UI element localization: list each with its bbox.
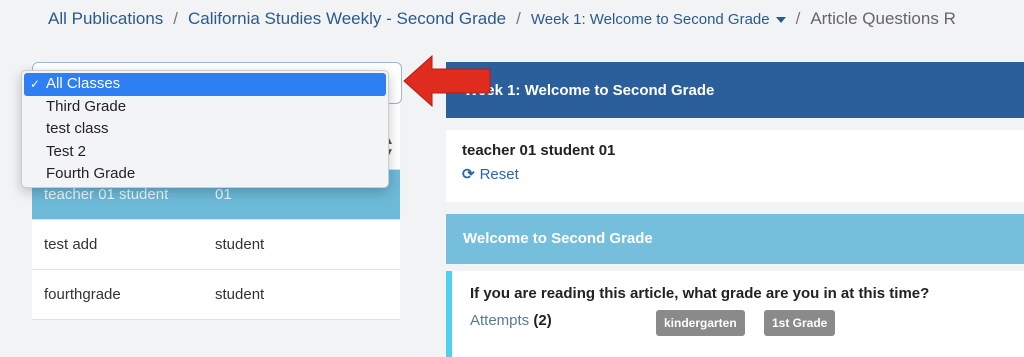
breadcrumb-all-publications[interactable]: All Publications <box>48 9 163 29</box>
question-text: If you are reading this article, what gr… <box>470 285 930 302</box>
table-row[interactable]: test add student <box>32 220 400 270</box>
class-option-third-grade[interactable]: Third Grade <box>24 96 386 119</box>
attempts-label: Attempts <box>470 312 530 329</box>
student-name: fourthgrade <box>44 286 121 303</box>
week-header: Week 1: Welcome to Second Grade <box>446 62 1024 118</box>
question-card: If you are reading this article, what gr… <box>446 271 1024 357</box>
checkmark-icon: ✓ <box>30 77 41 91</box>
answer-badge: 1st Grade <box>764 310 836 336</box>
article-panel: Week 1: Welcome to Second Grade teacher … <box>446 62 1024 357</box>
breadcrumb-week-dropdown[interactable]: Week 1: Welcome to Second Grade <box>531 11 786 28</box>
student-role: 01 <box>215 186 232 203</box>
annotation-arrow-icon <box>403 54 491 108</box>
attempts-row: Attempts (2) kindergarten 1st Grade <box>470 310 1006 338</box>
option-label: Fourth Grade <box>46 165 136 182</box>
refresh-icon: ⟳ <box>462 166 475 183</box>
attempts-count: (2) <box>533 312 552 329</box>
breadcrumb-separator: / <box>173 9 179 28</box>
student-role: student <box>215 236 265 253</box>
option-label: Test 2 <box>46 142 87 160</box>
student-name: test add <box>44 236 98 253</box>
breadcrumb-separator: / <box>516 9 521 28</box>
answer-badge: kindergarten <box>656 310 745 336</box>
student-name: teacher 01 student <box>44 186 169 203</box>
student-role: student <box>215 286 265 303</box>
breadcrumb-week-label: Week 1: Welcome to Second Grade <box>530 10 770 28</box>
table-row[interactable]: fourthgrade student <box>32 270 400 320</box>
class-option-all-classes[interactable]: ✓ All Classes <box>24 73 386 96</box>
option-label: test class <box>46 120 109 137</box>
option-label: All Classes <box>46 75 121 92</box>
student-card: teacher 01 student 01 ⟳ Reset <box>446 130 1024 202</box>
breadcrumb: All Publications / California Studies We… <box>48 8 956 30</box>
class-filter-dropdown: ✓ All Classes Third Grade test class Test… <box>21 70 389 188</box>
reset-label: Reset <box>479 165 519 183</box>
article-header: Welcome to Second Grade <box>446 214 1024 264</box>
breadcrumb-current: Article Questions R <box>810 9 956 28</box>
breadcrumb-separator: / <box>795 9 801 28</box>
class-option-test-class[interactable]: test class <box>24 118 386 141</box>
option-label: Third Grade <box>46 97 127 115</box>
breadcrumb-publication[interactable]: California Studies Weekly - Second Grade <box>188 9 506 29</box>
class-option-test-2[interactable]: Test 2 <box>24 141 386 164</box>
class-option-fourth-grade[interactable]: Fourth Grade <box>24 163 386 186</box>
reset-button[interactable]: ⟳ Reset <box>462 165 1008 184</box>
student-card-name: teacher 01 student 01 <box>462 142 616 159</box>
caret-down-icon <box>775 16 786 23</box>
